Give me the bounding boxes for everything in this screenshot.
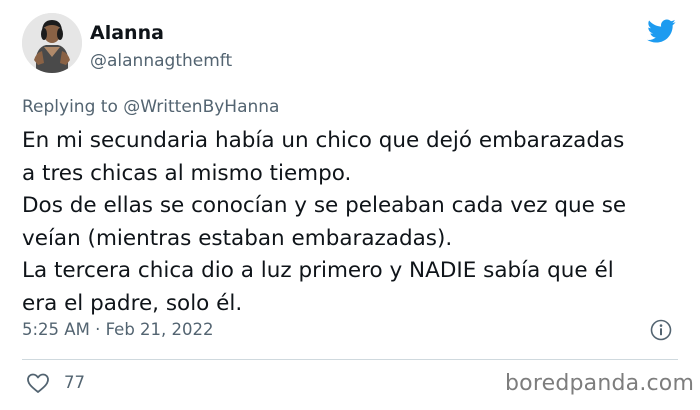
avatar[interactable]: [22, 13, 82, 73]
tweet-text: En mi secundaria había un chico que dejó…: [22, 125, 692, 320]
tweet-timestamp[interactable]: 5:25 AM · Feb 21, 2022: [22, 320, 214, 339]
author-handle[interactable]: @alannagthemft: [90, 51, 232, 71]
tweet-text-line: era el padre, solo él.: [22, 290, 243, 316]
twitter-bird-icon[interactable]: [644, 16, 678, 46]
divider: [22, 359, 678, 360]
watermark: boredpanda.com: [505, 371, 695, 396]
tweet-time: 5:25 AM: [22, 320, 90, 339]
like-count: 77: [64, 373, 85, 392]
timestamp-separator: ·: [95, 320, 101, 339]
replying-to: Replying to @WrittenByHanna: [22, 97, 279, 117]
info-icon[interactable]: [650, 319, 672, 341]
replying-to-prefix: Replying to: [22, 97, 118, 117]
tweet-text-line: En mi secundaria había un chico que dejó…: [22, 128, 625, 153]
avatar-image: [22, 13, 82, 73]
tweet-date: Feb 21, 2022: [105, 320, 214, 339]
heart-icon[interactable]: [26, 372, 50, 394]
tweet-text-line: La tercera chica dio a luz primero y NAD…: [22, 258, 614, 283]
author-name[interactable]: Alanna: [90, 22, 164, 44]
tweet-text-line: veían (mientras estaban embarazadas).: [22, 225, 453, 251]
replying-to-handle[interactable]: @WrittenByHanna: [123, 97, 279, 117]
tweet-text-line: a tres chicas al mismo tiempo.: [22, 160, 352, 186]
tweet-text-line: Dos de ellas se conocían y se peleaban c…: [22, 193, 627, 218]
